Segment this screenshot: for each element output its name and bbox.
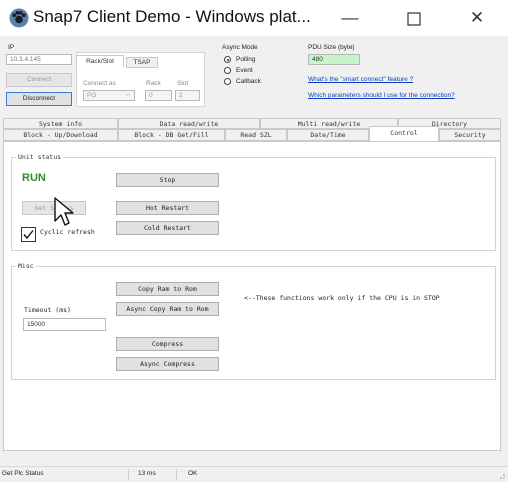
radio-event[interactable] — [224, 67, 231, 74]
misc-title: Misc — [16, 262, 36, 270]
cyclic-refresh-checkbox[interactable] — [21, 227, 36, 242]
cold-restart-button[interactable]: Cold Restart — [116, 221, 219, 235]
minimize-button[interactable]: — — [327, 5, 373, 31]
radio-polling[interactable] — [224, 56, 231, 63]
slot-input[interactable]: 2 — [175, 90, 200, 101]
timeout-label: Timeout (ms) — [24, 306, 71, 314]
checkmark-icon — [23, 230, 34, 240]
tab-tsap[interactable]: TSAP — [126, 57, 158, 68]
maximize-icon — [407, 11, 421, 26]
window-title: Snap7 Client Demo - Windows plat... — [33, 7, 311, 26]
title-bar: Snap7 Client Demo - Windows plat... — ✕ — [0, 0, 508, 36]
close-button[interactable]: ✕ — [454, 5, 500, 31]
connection-params-link[interactable]: Which parameters should I use for the co… — [308, 92, 455, 99]
unit-status-title: Unit status — [16, 153, 64, 161]
maximize-button[interactable] — [391, 5, 437, 31]
async-compress-button[interactable]: Async Compress — [116, 357, 219, 371]
pdu-size-field: 480 — [308, 54, 360, 65]
stop-mode-note: <--These functions work only if the CPU … — [244, 294, 440, 302]
connect-as-select[interactable]: PG ⌵ — [83, 90, 135, 101]
copy-ram-to-rom-button[interactable]: Copy Ram to Rom — [116, 282, 219, 296]
event-label: Event — [236, 67, 253, 74]
status-text: Get Plc Status — [2, 470, 44, 477]
tab-block-up-download[interactable]: Block - Up/Download — [3, 129, 118, 141]
chevron-down-icon: ⌵ — [125, 91, 130, 98]
tab-rack-slot[interactable]: Rack/Slot — [76, 55, 124, 67]
rack-label: Rack — [146, 80, 161, 87]
timeout-input[interactable]: 15000 — [23, 318, 106, 331]
polling-label: Polling — [236, 56, 256, 63]
pdu-size-label: PDU Size (byte) — [308, 44, 355, 51]
status-time: 13 ms — [138, 470, 156, 477]
tab-control[interactable]: Control — [369, 126, 439, 142]
radio-dot — [226, 58, 229, 61]
callback-label: Callback — [236, 78, 261, 85]
compress-button[interactable]: Compress — [116, 337, 219, 351]
status-divider — [176, 469, 177, 480]
cpu-status-text: RUN — [22, 172, 46, 184]
connect-as-value: PG — [87, 92, 97, 99]
stop-button[interactable]: Stop — [116, 173, 219, 187]
tab-security[interactable]: Security — [439, 129, 501, 141]
tab-data-read-write[interactable]: Data read/write — [118, 118, 260, 129]
hot-restart-button[interactable]: Hot Restart — [116, 201, 219, 215]
smart-connect-link[interactable]: What's the "smart connect" feature ? — [308, 76, 413, 83]
disconnect-button[interactable]: Disconnect — [6, 92, 72, 106]
mouse-cursor-icon — [54, 197, 74, 226]
connect-as-label: Connect as — [83, 80, 116, 87]
tab-read-szl[interactable]: Read SZL — [225, 129, 287, 141]
snap7-app-icon — [9, 8, 29, 28]
ip-input[interactable]: 10.3.4.145 — [6, 54, 72, 65]
tab-date-time[interactable]: Date/Time — [287, 129, 369, 141]
cyclic-refresh-label: Cyclic refresh — [40, 228, 95, 236]
resize-grip-icon[interactable] — [497, 471, 506, 480]
tab-system-info[interactable]: System info — [3, 118, 118, 129]
radio-callback[interactable] — [224, 78, 231, 85]
tab-block-db-get-fill[interactable]: Block - DB Get/Fill — [118, 129, 225, 141]
connect-button[interactable]: Connect — [6, 73, 72, 87]
rack-input[interactable]: 0 — [145, 90, 172, 101]
async-mode-label: Async Mode — [222, 44, 258, 51]
async-copy-ram-to-rom-button[interactable]: Async Copy Ram to Rom — [116, 302, 219, 316]
ip-label: IP — [8, 44, 15, 51]
status-divider — [128, 469, 129, 480]
status-bar: Get Plc Status 13 ms OK — [0, 466, 508, 482]
status-result: OK — [188, 470, 198, 477]
slot-label: Slot — [177, 80, 189, 87]
